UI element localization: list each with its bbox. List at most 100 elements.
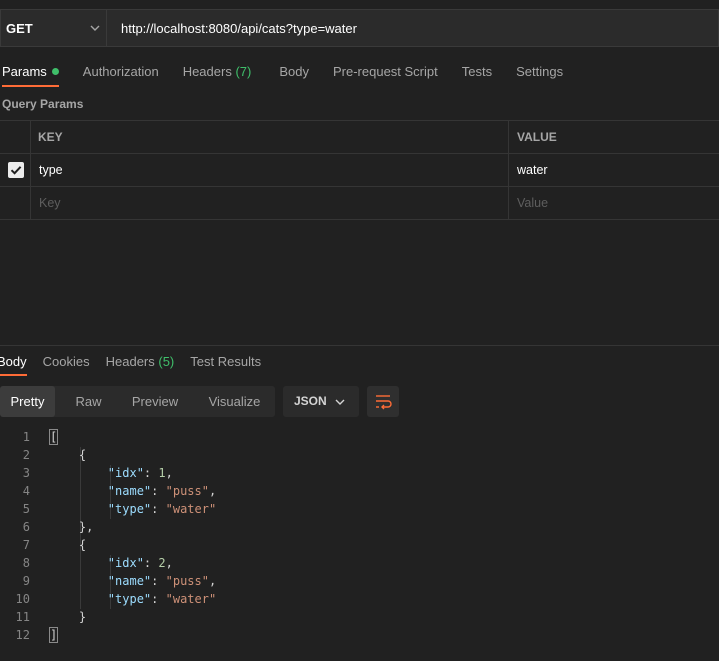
key-placeholder: Key bbox=[39, 196, 61, 210]
url-text: http://localhost:8080/api/cats?type=wate… bbox=[121, 20, 357, 36]
json-comma: , bbox=[208, 484, 217, 498]
line-number: 6 bbox=[22, 520, 30, 534]
chevron-down-icon bbox=[335, 399, 345, 405]
view-raw-button[interactable]: Raw bbox=[62, 386, 115, 417]
param-checkbox[interactable] bbox=[8, 162, 24, 178]
checkmark-icon bbox=[10, 166, 22, 175]
json-string-value: water bbox=[172, 502, 209, 516]
line-number: 2 bbox=[22, 448, 30, 462]
tab-tests[interactable]: Tests bbox=[462, 57, 492, 87]
json-string-value: puss bbox=[172, 574, 202, 588]
new-key-input[interactable]: Key bbox=[31, 187, 509, 219]
wrap-lines-icon bbox=[376, 395, 392, 410]
json-key: "name" bbox=[107, 574, 152, 588]
param-value-cell[interactable]: water bbox=[509, 154, 719, 186]
tab-test-results[interactable]: Test Results bbox=[190, 348, 261, 376]
code-text: "idx": 1, bbox=[50, 464, 173, 482]
tab-params-label: Params bbox=[2, 64, 47, 79]
view-pretty-button[interactable]: Pretty bbox=[0, 386, 55, 417]
code-text: }, bbox=[50, 518, 93, 536]
table-row-new: Key Value bbox=[0, 187, 719, 220]
chevron-down-icon bbox=[90, 25, 100, 31]
tab-headers-count: (7) bbox=[235, 64, 252, 79]
tab-pre-request-script[interactable]: Pre-request Script bbox=[333, 57, 438, 87]
column-key-label: KEY bbox=[38, 130, 63, 144]
json-key: "idx" bbox=[107, 556, 144, 570]
json-comma: , bbox=[165, 466, 173, 480]
brace-open: { bbox=[78, 448, 87, 462]
method-select[interactable]: GET bbox=[0, 9, 106, 47]
line-number: 8 bbox=[22, 556, 30, 570]
line-number: 10 bbox=[15, 592, 30, 606]
code-text: "type": "water" bbox=[50, 590, 216, 608]
code-line: 12 ] bbox=[0, 626, 719, 644]
table-header-row: KEY VALUE bbox=[0, 120, 719, 154]
new-row-checkbox-cell bbox=[0, 187, 31, 219]
url-input[interactable]: http://localhost:8080/api/cats?type=wate… bbox=[106, 9, 719, 47]
json-colon: : bbox=[151, 484, 166, 498]
line-number: 7 bbox=[22, 538, 30, 552]
brace-open: { bbox=[78, 538, 87, 552]
param-key-cell[interactable]: type bbox=[31, 154, 509, 186]
format-select[interactable]: JSON bbox=[283, 386, 359, 417]
view-preview-label: Preview bbox=[131, 394, 179, 409]
new-value-input[interactable]: Value bbox=[509, 187, 719, 219]
query-params-table: KEY VALUE type water Key Value bbox=[0, 120, 719, 220]
json-key: "idx" bbox=[107, 466, 144, 480]
header-value-cell: VALUE bbox=[509, 121, 719, 153]
view-visualize-label: Visualize bbox=[208, 394, 261, 409]
bracket-close: ] bbox=[48, 627, 59, 643]
tab-params[interactable]: Params bbox=[2, 57, 59, 87]
view-visualize-button[interactable]: Visualize bbox=[196, 386, 273, 417]
code-line: 7 { bbox=[0, 536, 719, 554]
wrap-lines-button[interactable] bbox=[367, 386, 399, 417]
json-string: "puss" bbox=[165, 574, 209, 588]
tab-headers-label: Headers bbox=[182, 64, 232, 79]
json-colon: : bbox=[151, 502, 166, 516]
code-line: 3 "idx": 1, bbox=[0, 464, 719, 482]
tab-authorization[interactable]: Authorization bbox=[83, 57, 159, 87]
code-line: 6 }, bbox=[0, 518, 719, 536]
json-colon: : bbox=[151, 592, 166, 606]
tab-response-body-label: Body bbox=[0, 354, 27, 369]
brace-close: } bbox=[78, 610, 87, 624]
json-colon: : bbox=[143, 556, 159, 570]
tab-pre-request-script-label: Pre-request Script bbox=[332, 64, 438, 79]
response-body-editor[interactable]: 1 [ 2 { 3 "idx": 1, 4 "name": "puss", 5 … bbox=[0, 428, 719, 644]
bracket-open: [ bbox=[48, 429, 59, 445]
code-text: "type": "water" bbox=[50, 500, 216, 518]
response-tabs: Body Cookies Headers (5) Test Results bbox=[0, 348, 261, 376]
code-line: 8 "idx": 2, bbox=[0, 554, 719, 572]
code-line: 1 [ bbox=[0, 428, 719, 446]
code-text: "name": "puss", bbox=[50, 482, 216, 500]
code-text: ] bbox=[48, 626, 59, 644]
line-number: 5 bbox=[22, 502, 30, 516]
json-string: "puss" bbox=[165, 484, 209, 498]
json-comma: , bbox=[165, 556, 173, 570]
tab-cookies[interactable]: Cookies bbox=[43, 348, 90, 376]
tab-settings-label: Settings bbox=[516, 64, 564, 79]
view-preview-button[interactable]: Preview bbox=[122, 386, 188, 417]
json-key: "type" bbox=[107, 502, 152, 516]
pane-divider[interactable] bbox=[0, 345, 719, 346]
json-string: "water" bbox=[165, 502, 217, 516]
code-text: [ bbox=[48, 428, 59, 446]
table-row: type water bbox=[0, 154, 719, 187]
code-line: 10 "type": "water" bbox=[0, 590, 719, 608]
line-number: 12 bbox=[15, 628, 30, 642]
json-string-value: water bbox=[172, 592, 209, 606]
tab-response-body[interactable]: Body bbox=[0, 348, 27, 376]
json-colon: : bbox=[143, 466, 159, 480]
code-line: 5 "type": "water" bbox=[0, 500, 719, 518]
json-comma: , bbox=[208, 574, 217, 588]
row-checkbox-cell bbox=[0, 154, 31, 186]
tab-headers[interactable]: Headers (7) bbox=[183, 57, 252, 87]
tab-settings[interactable]: Settings bbox=[516, 57, 563, 87]
line-number: 11 bbox=[15, 610, 30, 624]
code-line: 9 "name": "puss", bbox=[0, 572, 719, 590]
json-string: "water" bbox=[165, 592, 217, 606]
tab-response-headers-count: (5) bbox=[158, 354, 175, 369]
view-mode-segment: Pretty Raw Preview Visualize bbox=[0, 386, 275, 417]
tab-response-headers[interactable]: Headers (5) bbox=[106, 348, 175, 376]
tab-body[interactable]: Body bbox=[279, 57, 309, 87]
